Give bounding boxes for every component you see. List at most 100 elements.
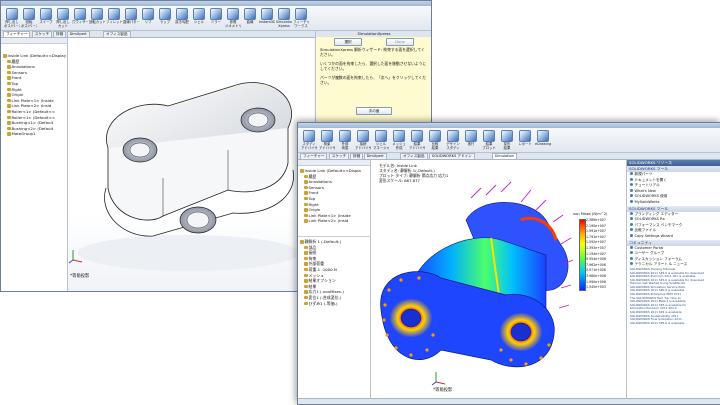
ribbon-button-label: ラップ [159,20,171,24]
ribbon-button-fixture-advisor[interactable]: 拘束 アドバイザ [319,130,335,150]
tree-item-label: Annotations [308,179,332,185]
simulationxpress-task-panel: SimulationXpress 選択 Done SimulationXpres… [315,31,431,124]
news-item[interactable]: SOLIDWORKS 2011 SP5.0 is available [627,322,720,326]
ribbon-button-fillet[interactable]: フィレット [106,8,122,28]
tab-0[interactable]: フィーチャー [3,31,31,37]
ribbon-button-label: SimulationXpress [276,20,292,28]
run-icon [465,130,477,142]
tab-5[interactable]: SOLIDWORKS アドイン [428,153,475,159]
tree-node-icon [304,267,308,272]
simxpress-icon [278,8,290,20]
ribbon-button-label: 回転ボス/ベース [21,20,37,28]
ribbon-button-shell-manager[interactable]: シェル マネージャ [373,130,389,150]
tree-item-label: MateGroup1 [11,131,36,137]
front-status-bar [298,398,720,404]
legend-value: 3.980e+006 [586,274,606,278]
ribbon-button-results-advisor[interactable]: 結果 アドバイザ [409,130,425,150]
tab-4[interactable]: オフィス製品 [400,153,428,159]
extrude-cut-icon [57,8,69,20]
shell-manager-icon [375,130,387,142]
front-graphics-area[interactable]: モデル名: Inside Link スタディ名: 静解析 1(-Default-… [371,160,626,399]
tree-node-icon [300,169,304,173]
ribbon-button-label: レポート [518,142,532,146]
front-feature-tree: Inside Link (Default<<Displa 履歴 Annotation… [298,168,370,224]
tree-item[interactable]: Link Plate<2> (Insid [298,218,370,224]
ribbon-button-report[interactable]: レポート [517,130,533,150]
ribbon-button-edrawings[interactable]: eDrawings [535,130,551,150]
tree-item-label: 荷重-1 :1000 N [308,266,337,272]
ribbon-button-label: シェル [193,20,205,24]
tree-item-label: 拘束 [308,255,317,261]
legend-value: 1.592e+007 [586,240,606,245]
front-solidworks-window: スタディ アドバイザ 拘束 アドバイザ 外部 荷重 接続 アドバイザ シェル マネージャ メッシュ作… [297,122,720,405]
solidworks-resources-task-pane: SOLIDWORKS リソース SOLIDWORKS ツール 新規パーツ ドキュメン… [626,160,720,399]
tab-6[interactable]: Simulation [491,153,517,159]
ribbon-button-design-study[interactable]: デザイン スタディ [445,130,461,150]
tab-2[interactable]: 評価 [53,31,67,37]
tab-3[interactable]: DimXpert [66,31,90,37]
ribbon-button-sweep[interactable]: スイープ [38,8,54,28]
ribbon-button-plot[interactable]: 結果 プロット [481,130,497,150]
compare-icon [429,130,441,142]
tree-item[interactable]: ひずみ1 (-等価-) [298,301,370,307]
tree-node-icon [304,295,308,300]
ribbon-button-connection[interactable]: 接続 アドバイザ [355,130,371,150]
tree-item-label: Top [308,195,316,201]
tab-3[interactable]: DimXpert [363,153,387,159]
tree-node-icon [304,185,308,190]
ribbon-button-label: シェル マネージャ [373,142,389,150]
ribbon-button-simxpress[interactable]: SimulationXpress [276,8,292,28]
ribbon-button-revolve-cut[interactable]: 回転カット [89,8,105,28]
tree-item-label: メッシュ [308,272,325,278]
ribbon-button-instant3d[interactable]: Instant3D [259,8,275,28]
ribbon-button-label: フィレット [106,20,122,24]
tab-2[interactable]: 評価 [350,153,364,159]
tab-4[interactable]: オフィス製品 [103,31,131,37]
draft-icon [176,8,188,20]
next-face-button[interactable]: 次の面 [356,107,392,115]
simxpress-paragraph-2: いくつかの面を拘束したら、選択した面を移動させないようにしてください。 [320,61,427,71]
ribbon-button-featureworks[interactable]: フィーチャーワークス [293,8,309,28]
design-study-icon [447,130,459,142]
back-graphics-area[interactable]: *等角投影 [68,38,314,291]
ribbon-button-curves[interactable]: 曲線 [242,8,258,28]
mesh-icon [393,130,405,142]
ribbon-button-label: デザイン スタディ [446,142,460,150]
wrap-icon [159,8,171,20]
ribbon-button-external-load[interactable]: 外部 荷重 [337,130,353,150]
back-view-orientation-label: *等角投影 [70,274,90,279]
ribbon-button-shell[interactable]: シェル [191,8,207,28]
stress-legend: von Mises (N/m^2) 2.389e+007 2.190e+007 1.… [573,212,625,302]
ribbon-button-extrude-cut[interactable]: 押し出し カット [55,8,71,28]
tab-0[interactable]: フィーチャー [300,153,328,159]
ribbon-button-extrude-boss[interactable]: 押し出しボス/ベース [4,8,20,28]
ribbon-button-label: 押し出しボス/ベース [4,20,20,28]
tab-1[interactable]: スケッチ [31,31,53,37]
front-command-tabs: フィーチャー スケッチ 評価 DimXpert オフィス製品 SOLIDWORKS アドイ… [298,153,720,160]
ribbon-button-study-advisor[interactable]: スタディ アドバイザ [301,130,317,150]
ribbon-button-linear-pattern[interactable]: 直線パターン [123,8,139,28]
tree-node-icon [304,174,308,179]
ribbon-button-ref-geometry[interactable]: 参照 ジオメトリ [225,8,241,28]
shell-icon [193,8,205,20]
ribbon-button-rib[interactable]: リブ [140,8,156,28]
tree-item-label: Top [11,80,19,86]
ribbon-button-compare[interactable]: 比較 結果 [427,130,443,150]
ribbon-button-wrap[interactable]: ラップ [157,8,173,28]
tree-item[interactable]: MateGroup1 [1,131,67,137]
ribbon-button-label: 変形 結果 [503,142,511,150]
ribbon-button-mirror[interactable]: ミラー [208,8,224,28]
simxpress-tab-done[interactable]: Done [386,38,414,46]
tree-item-label: Link Plate<1> (Inside [308,212,351,218]
simxpress-tab-select[interactable]: 選択 [334,38,362,46]
tab-1[interactable]: スケッチ [328,153,350,159]
ribbon-button-deformed[interactable]: 変形 結果 [499,130,515,150]
tree-node-icon [304,245,308,250]
ribbon-button-run[interactable]: 実行 [463,130,479,150]
tree-node-icon [7,87,11,92]
ribbon-button-revolve-boss[interactable]: 回転ボス/ベース [21,8,37,28]
ribbon-button-draft[interactable]: 抜き勾配 [174,8,190,28]
ribbon-button-hole-wizard[interactable]: 穴ウィザード [72,8,88,28]
tree-item-label: Roller<1> (Default<< [11,114,56,120]
ribbon-button-mesh[interactable]: メッシュ 作成 [391,130,407,150]
